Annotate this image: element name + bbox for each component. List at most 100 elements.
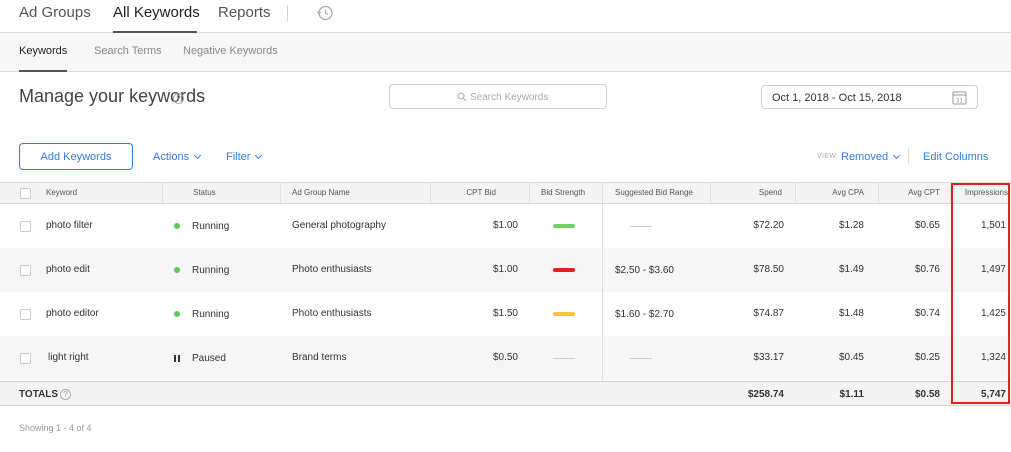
tab-reports[interactable]: Reports bbox=[218, 4, 271, 21]
spend-cell: $74.87 bbox=[753, 308, 784, 319]
column-header-ad-group[interactable]: Ad Group Name bbox=[292, 188, 350, 197]
row-checkbox[interactable] bbox=[20, 309, 31, 320]
suggested-range-cell: $2.50 - $3.60 bbox=[615, 265, 674, 276]
column-header-suggested-bid-range[interactable]: Suggested Bid Range bbox=[615, 188, 693, 197]
column-header-bid-strength[interactable]: Bid Strength bbox=[541, 188, 585, 197]
table-header: Keyword Status Ad Group Name CPT Bid Bid… bbox=[0, 182, 1011, 204]
help-icon[interactable]: ? bbox=[173, 93, 184, 104]
toolbar-divider bbox=[908, 148, 909, 164]
tab-all-keywords[interactable]: All Keywords bbox=[113, 4, 200, 21]
cpt-bid-cell[interactable]: $0.50 bbox=[440, 352, 518, 363]
column-header-cpt-bid[interactable]: CPT Bid bbox=[430, 188, 496, 197]
spend-cell: $72.20 bbox=[753, 220, 784, 231]
column-separator bbox=[162, 183, 163, 203]
table-row[interactable]: photo editor Running Photo enthusiasts $… bbox=[0, 292, 1011, 336]
keyword-cell[interactable]: photo editor bbox=[46, 308, 99, 319]
status-cell: Paused bbox=[192, 353, 226, 364]
column-header-status[interactable]: Status bbox=[193, 188, 216, 197]
ad-group-cell[interactable]: Photo enthusiasts bbox=[292, 308, 372, 319]
tab-search-terms[interactable]: Search Terms bbox=[94, 45, 162, 57]
keyword-cell[interactable]: light right bbox=[48, 352, 89, 363]
status-running-icon bbox=[174, 223, 180, 229]
no-bid-strength-dash bbox=[553, 358, 575, 359]
totals-label: TOTALS bbox=[19, 389, 59, 400]
empty-range-dash bbox=[630, 358, 652, 359]
row-checkbox[interactable] bbox=[20, 221, 31, 232]
status-cell: Running bbox=[192, 265, 230, 276]
date-range-value: Oct 1, 2018 - Oct 15, 2018 bbox=[772, 92, 902, 104]
edit-columns-link[interactable]: Edit Columns bbox=[923, 151, 988, 163]
search-icon bbox=[457, 92, 467, 102]
column-separator bbox=[602, 183, 603, 203]
filter-dropdown[interactable]: Filter bbox=[226, 151, 263, 163]
column-separator bbox=[710, 183, 711, 203]
date-range-picker[interactable]: Oct 1, 2018 - Oct 15, 2018 31 bbox=[761, 85, 978, 109]
column-header-avg-cpt[interactable]: Avg CPT bbox=[878, 188, 940, 197]
tab-negative-keywords[interactable]: Negative Keywords bbox=[183, 45, 278, 57]
actions-dropdown[interactable]: Actions bbox=[153, 151, 202, 163]
table-row[interactable]: photo edit Running Photo enthusiasts $1.… bbox=[0, 248, 1011, 292]
pagination-summary: Showing 1 - 4 of 4 bbox=[19, 423, 92, 433]
totals-avg-cpa: $1.11 bbox=[839, 389, 864, 400]
column-separator bbox=[280, 183, 281, 203]
sub-nav: Keywords Search Terms Negative Keywords bbox=[0, 33, 1011, 72]
avg-cpt-cell: $0.76 bbox=[914, 264, 940, 275]
column-divider bbox=[602, 204, 603, 381]
actions-label: Actions bbox=[153, 151, 190, 163]
status-cell: Running bbox=[192, 221, 230, 232]
impressions-highlight-box bbox=[951, 183, 1010, 404]
active-subtab-underline bbox=[19, 70, 67, 72]
avg-cpa-cell: $1.28 bbox=[838, 220, 864, 231]
chevron-down-icon bbox=[194, 151, 202, 160]
column-header-avg-cpa[interactable]: Avg CPA bbox=[796, 188, 864, 197]
calendar-day: 31 bbox=[956, 99, 963, 105]
cpt-bid-cell[interactable]: $1.50 bbox=[440, 308, 518, 319]
avg-cpt-cell: $0.65 bbox=[914, 220, 940, 231]
add-keywords-button[interactable]: Add Keywords bbox=[19, 143, 133, 170]
avg-cpa-cell: $0.45 bbox=[838, 352, 864, 363]
spend-cell: $33.17 bbox=[753, 352, 784, 363]
bid-strength-bar bbox=[553, 268, 575, 272]
cpt-bid-cell[interactable]: $1.00 bbox=[440, 264, 518, 275]
tab-ad-groups[interactable]: Ad Groups bbox=[19, 4, 91, 21]
totals-spend: $258.74 bbox=[747, 389, 784, 400]
search-box[interactable] bbox=[389, 84, 607, 109]
calendar-icon[interactable]: 31 bbox=[952, 90, 967, 105]
view-label: VIEW: bbox=[817, 153, 839, 160]
column-header-spend[interactable]: Spend bbox=[710, 188, 782, 197]
keyword-cell[interactable]: photo filter bbox=[46, 220, 93, 231]
select-all-checkbox[interactable] bbox=[20, 188, 31, 199]
chevron-down-icon bbox=[255, 151, 263, 160]
suggested-range-cell: $1.60 - $2.70 bbox=[615, 309, 674, 320]
keyword-cell[interactable]: photo edit bbox=[46, 264, 90, 275]
empty-range-dash bbox=[630, 226, 652, 227]
status-running-icon bbox=[174, 311, 180, 317]
totals-row: TOTALS ? $258.74 $1.11 $0.58 5,747 bbox=[0, 381, 1011, 406]
help-icon[interactable]: ? bbox=[60, 389, 71, 400]
table-row[interactable]: photo filter Running General photography… bbox=[0, 204, 1011, 248]
top-nav: Ad Groups All Keywords Reports bbox=[0, 0, 1011, 33]
tab-keywords[interactable]: Keywords bbox=[19, 45, 67, 57]
ad-group-cell[interactable]: Brand terms bbox=[292, 352, 346, 363]
bid-strength-bar bbox=[553, 224, 575, 228]
column-separator bbox=[529, 183, 530, 203]
chevron-down-icon bbox=[893, 151, 901, 160]
history-clock-icon[interactable] bbox=[316, 4, 334, 22]
avg-cpa-cell: $1.49 bbox=[838, 264, 864, 275]
bid-strength-bar bbox=[553, 312, 575, 316]
column-header-keyword[interactable]: Keyword bbox=[46, 188, 77, 197]
avg-cpt-cell: $0.74 bbox=[914, 308, 940, 319]
table-row[interactable]: light right Paused Brand terms $0.50 $33… bbox=[0, 336, 1011, 380]
row-checkbox[interactable] bbox=[20, 265, 31, 276]
search-input[interactable] bbox=[470, 89, 600, 105]
column-separator bbox=[878, 183, 879, 203]
view-dropdown[interactable]: Removed bbox=[841, 151, 901, 163]
column-separator bbox=[430, 183, 431, 203]
avg-cpt-cell: $0.25 bbox=[914, 352, 940, 363]
ad-group-cell[interactable]: Photo enthusiasts bbox=[292, 264, 372, 275]
ad-group-cell[interactable]: General photography bbox=[292, 220, 386, 231]
totals-avg-cpt: $0.58 bbox=[914, 389, 940, 400]
filter-label: Filter bbox=[226, 151, 251, 163]
cpt-bid-cell[interactable]: $1.00 bbox=[440, 220, 518, 231]
row-checkbox[interactable] bbox=[20, 353, 31, 364]
